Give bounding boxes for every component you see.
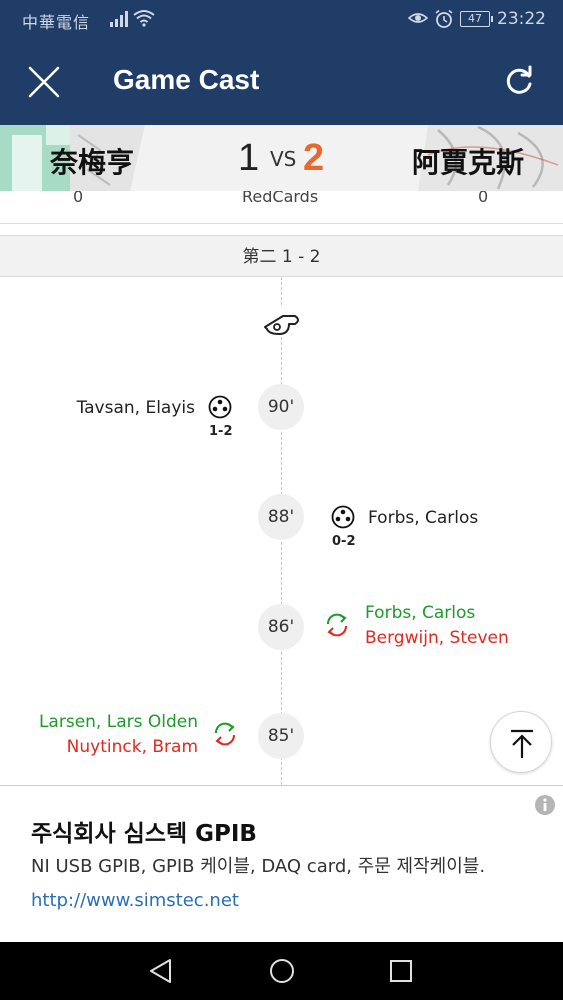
- back-icon[interactable]: [146, 957, 176, 985]
- player-out: Nuytinck, Bram: [66, 737, 198, 757]
- goal-scorer: Forbs, Carlos: [368, 508, 479, 528]
- player-in: Larsen, Lars Olden: [38, 712, 198, 732]
- ad-link[interactable]: http://www.simstec.net: [31, 890, 239, 911]
- vs-label: VS: [270, 147, 297, 171]
- event-minute: 85': [258, 713, 304, 759]
- soccer-ball-icon: [208, 395, 232, 419]
- signal-icon: [110, 11, 128, 27]
- away-stat-value: 0: [478, 191, 489, 206]
- half-header: 第二 1 - 2: [0, 235, 563, 277]
- goal-scorer: Tavsan, Elayis: [76, 398, 195, 418]
- stat-row-redcards: 0 RedCards 0: [0, 191, 563, 224]
- player-in: Forbs, Carlos: [365, 603, 476, 623]
- ad-title[interactable]: 주식회사 심스텍 GPIB: [31, 814, 257, 848]
- recent-apps-icon[interactable]: [387, 957, 415, 985]
- soccer-ball-icon: [331, 505, 355, 529]
- app-header: Game Cast: [0, 38, 563, 125]
- substitution-arrows-icon: [214, 722, 236, 746]
- goal-score: 1-2: [209, 424, 233, 439]
- home-team-name: 奈梅亨: [50, 146, 135, 179]
- away-team-name: 阿賈克斯: [412, 146, 525, 179]
- ad-description: NI USB GPIB, GPIB 케이블, DAQ card, 주문 제작케이…: [31, 856, 486, 877]
- score-banner: 奈梅亨 1 VS 2 阿賈克斯: [0, 125, 563, 191]
- ad-banner[interactable]: 주식회사 심스텍 GPIB NI USB GPIB, GPIB 케이블, DAQ…: [0, 785, 563, 942]
- wifi-icon: [133, 10, 155, 27]
- goal-score: 0-2: [332, 534, 356, 549]
- alarm-icon: [435, 9, 453, 28]
- battery-indicator: 47: [460, 11, 493, 27]
- stat-label: RedCards: [242, 191, 319, 206]
- status-bar: 中華電信 47 23:22: [0, 0, 563, 38]
- carrier-name: 中華電信: [22, 13, 91, 32]
- player-out: Bergwijn, Steven: [365, 628, 509, 648]
- page-title: Game Cast: [113, 64, 260, 95]
- event-minute: 86': [258, 604, 304, 650]
- home-stat-value: 0: [73, 191, 84, 206]
- refresh-icon[interactable]: [502, 64, 536, 98]
- whistle-icon: [261, 307, 301, 337]
- eye-comfort-icon: [408, 13, 428, 23]
- close-icon[interactable]: [26, 64, 62, 100]
- home-icon[interactable]: [268, 957, 296, 985]
- away-score: 2: [303, 137, 325, 179]
- event-timeline[interactable]: 90' Tavsan, Elayis 1-2 88' Forbs, Carlos…: [0, 277, 563, 785]
- info-icon[interactable]: [534, 794, 556, 816]
- substitution-arrows-icon: [326, 613, 348, 637]
- system-nav-bar: [0, 942, 563, 1000]
- home-score: 1: [238, 137, 260, 179]
- arrow-up-to-top-icon: [511, 729, 533, 758]
- scroll-to-top-button[interactable]: [490, 711, 552, 773]
- clock: 23:22: [497, 9, 546, 29]
- event-minute: 90': [258, 384, 304, 430]
- event-minute: 88': [258, 494, 304, 540]
